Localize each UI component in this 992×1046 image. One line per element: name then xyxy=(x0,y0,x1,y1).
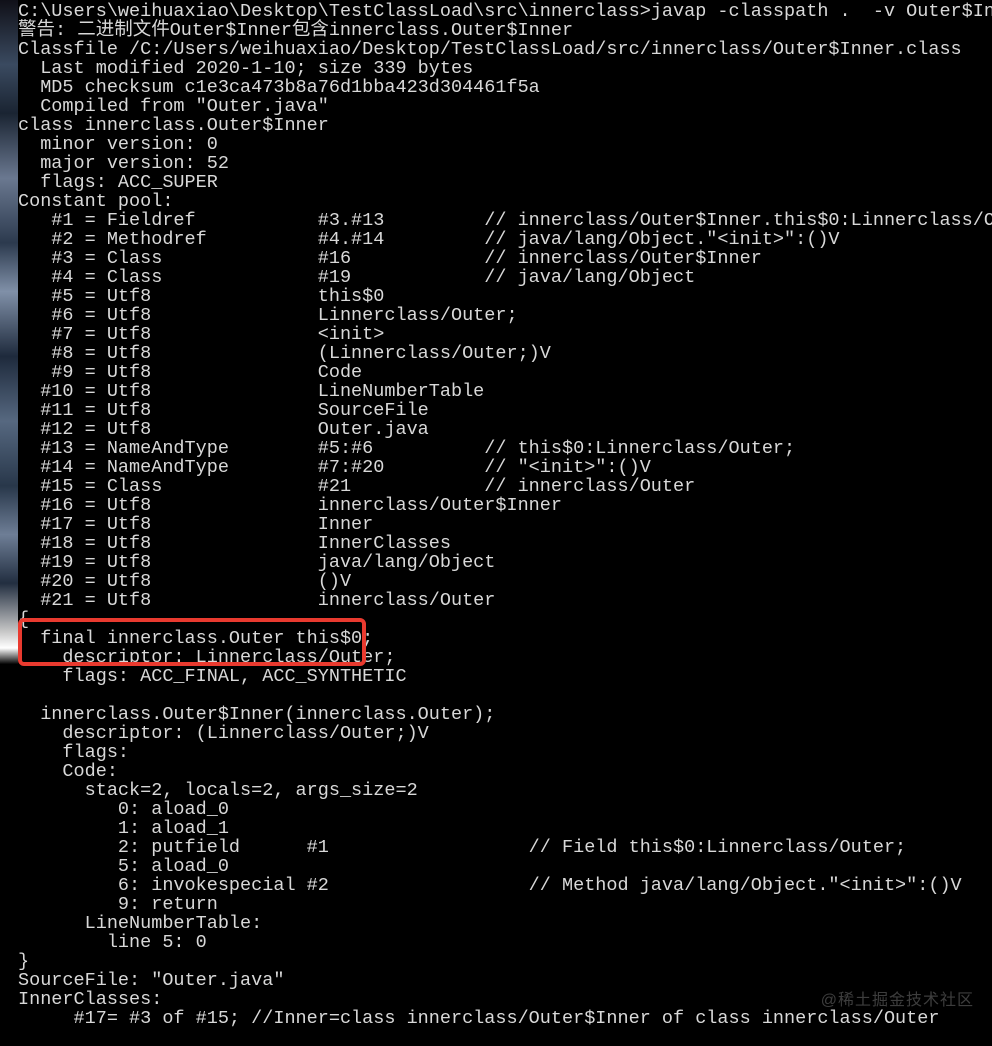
output-line: LineNumberTable: xyxy=(18,913,262,934)
output-line: #18 = Utf8 InnerClasses xyxy=(18,533,451,554)
output-line: #9 = Utf8 Code xyxy=(18,362,362,383)
output-line: #10 = Utf8 LineNumberTable xyxy=(18,381,484,402)
output-line: 警告: 二进制文件Outer$Inner包含innerclass.Outer$I… xyxy=(18,20,573,41)
output-line: Last modified 2020-1-10; size 339 bytes xyxy=(18,58,473,79)
desktop-edge-strip xyxy=(0,0,18,810)
output-line: minor version: 0 xyxy=(18,134,218,155)
output-line: { xyxy=(18,609,29,630)
output-line: Constant pool: xyxy=(18,191,173,212)
output-line: } xyxy=(18,951,29,972)
prompt-text: C:\Users\weihuaxiao\Desktop\TestClassLoa… xyxy=(18,1,651,22)
output-line: #15 = Class #21 // innerclass/Outer xyxy=(18,476,695,497)
output-line: innerclass.Outer$Inner(innerclass.Outer)… xyxy=(18,704,495,725)
output-line: #21 = Utf8 innerclass/Outer xyxy=(18,590,495,611)
output-line: #12 = Utf8 Outer.java xyxy=(18,419,429,440)
output-line: Code: xyxy=(18,761,118,782)
output-line: line 5: 0 xyxy=(18,932,207,953)
output-line: #16 = Utf8 innerclass/Outer$Inner xyxy=(18,495,562,516)
output-line: 1: aload_1 xyxy=(18,818,229,839)
output-line: #17 = Utf8 Inner xyxy=(18,514,373,535)
output-line: flags: ACC_SUPER xyxy=(18,172,218,193)
output-line: 0: aload_0 xyxy=(18,799,229,820)
output-line: #20 = Utf8 ()V xyxy=(18,571,351,592)
output-line: #8 = Utf8 (Linnerclass/Outer;)V xyxy=(18,343,551,364)
output-line: #7 = Utf8 <init> xyxy=(18,324,384,345)
output-line: SourceFile: "Outer.java" xyxy=(18,970,284,991)
output-line: stack=2, locals=2, args_size=2 xyxy=(18,780,418,801)
output-line: MD5 checksum c1e3ca473b8a76d1bba423d3044… xyxy=(18,77,540,98)
output-line: #14 = NameAndType #7:#20 // "<init>":()V xyxy=(18,457,651,478)
output-line: #17= #3 of #15; //Inner=class innerclass… xyxy=(18,1008,939,1029)
output-line: #13 = NameAndType #5:#6 // this$0:Linner… xyxy=(18,438,795,459)
output-line: flags: ACC_FINAL, ACC_SYNTHETIC xyxy=(18,666,407,687)
output-line: #6 = Utf8 Linnerclass/Outer; xyxy=(18,305,518,326)
output-line: #3 = Class #16 // innerclass/Outer$Inner xyxy=(18,248,762,269)
output-line: #4 = Class #19 // java/lang/Object xyxy=(18,267,695,288)
output-line: class innerclass.Outer$Inner xyxy=(18,115,329,136)
output-line: #2 = Methodref #4.#14 // java/lang/Objec… xyxy=(18,229,840,250)
output-line: final innerclass.Outer this$0; xyxy=(18,628,373,649)
output-line: #19 = Utf8 java/lang/Object xyxy=(18,552,495,573)
output-line: descriptor: (Linnerclass/Outer;)V xyxy=(18,723,429,744)
output-line: descriptor: Linnerclass/Outer; xyxy=(18,647,395,668)
output-line: #5 = Utf8 this$0 xyxy=(18,286,384,307)
output-line: 6: invokespecial #2 // Method java/lang/… xyxy=(18,875,962,896)
output-line: major version: 52 xyxy=(18,153,229,174)
command-text[interactable]: javap -classpath . -v Outer$Inner xyxy=(651,1,992,22)
output-line: 5: aload_0 xyxy=(18,856,229,877)
output-line: InnerClasses: xyxy=(18,989,162,1010)
output-line: Compiled from "Outer.java" xyxy=(18,96,329,117)
terminal-output: C:\Users\weihuaxiao\Desktop\TestClassLoa… xyxy=(18,2,992,1028)
output-line: #1 = Fieldref #3.#13 // innerclass/Outer… xyxy=(18,210,992,231)
output-line: #11 = Utf8 SourceFile xyxy=(18,400,429,421)
output-line: 2: putfield #1 // Field this$0:Linnercla… xyxy=(18,837,906,858)
output-line: 9: return xyxy=(18,894,218,915)
output-line: Classfile /C:/Users/weihuaxiao/Desktop/T… xyxy=(18,39,962,60)
output-line: flags: xyxy=(18,742,129,763)
